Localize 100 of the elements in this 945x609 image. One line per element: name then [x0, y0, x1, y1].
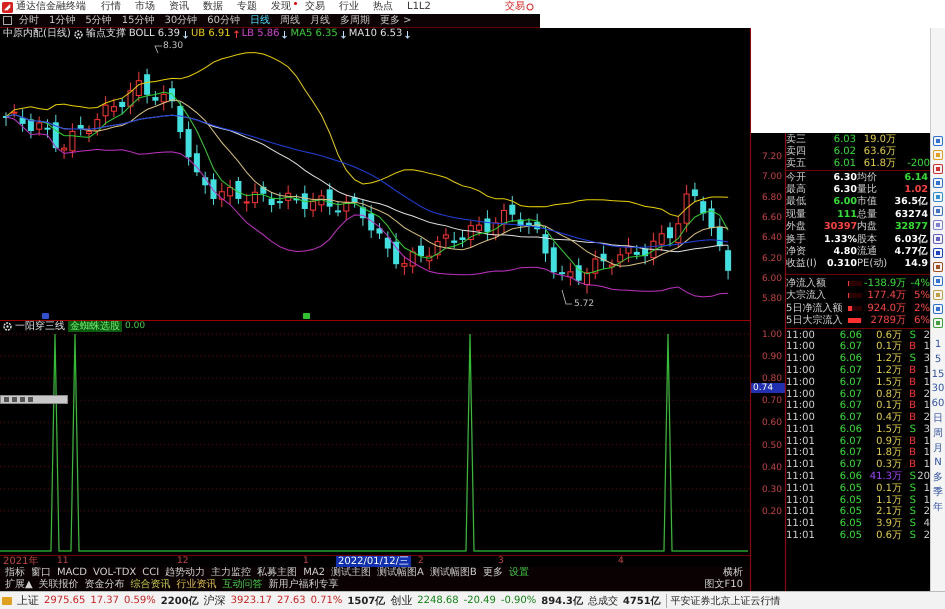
tick-count: 1 [922, 341, 930, 352]
tab-item[interactable]: MA2 [300, 567, 328, 579]
period-tab[interactable]: 周线 [274, 14, 305, 27]
stat-label: 最低 [786, 196, 807, 208]
depth-label: 卖五 [786, 158, 807, 168]
tab-item[interactable]: 主力监控 [208, 567, 254, 579]
period-button[interactable]: 30 [932, 382, 944, 398]
chart-mode: 输点支撑 [86, 28, 126, 40]
axis-label: 6.40 [762, 233, 782, 244]
index-value: 2248.68 [417, 595, 459, 606]
tab-item[interactable]: 测试主图 [328, 567, 374, 579]
period-tab[interactable]: 5分钟 [80, 14, 117, 27]
period-tab[interactable]: 30分钟 [159, 14, 202, 27]
period-tab[interactable]: 1分钟 [44, 14, 80, 27]
depth-price: 6.03 [832, 134, 856, 144]
tick-side: B [908, 447, 916, 458]
drawing-toolbar[interactable] [0, 395, 68, 404]
gear-icon [3, 322, 12, 331]
tab-item[interactable]: 趋势动力 [162, 567, 208, 579]
menu-item[interactable]: 市场 [128, 0, 162, 14]
flow-value: -138.9万 [864, 278, 906, 289]
menu-item[interactable]: 专题 [230, 0, 264, 14]
tab-item[interactable]: 关联报价 [36, 579, 82, 591]
period-tab[interactable]: 分时 [14, 14, 44, 27]
tab-item[interactable]: 扩展▲ [2, 579, 36, 591]
menu-item[interactable]: L1L2 [400, 0, 438, 14]
tab-item[interactable]: 资金分布 [82, 579, 128, 591]
tab-item[interactable]: 新用户福利专享 [266, 579, 342, 591]
period-tab[interactable]: 15分钟 [116, 14, 160, 27]
tick-count: 1 [922, 447, 930, 458]
tick-count: 3 [922, 353, 930, 364]
tick-count: 20 [916, 471, 930, 482]
tick-time: 11:00 [786, 400, 816, 412]
period-tab[interactable]: 日线 [244, 14, 275, 27]
period-button[interactable]: 季 [933, 486, 943, 501]
tab-item[interactable]: MACD [54, 567, 90, 579]
stat-label: 量比 [857, 184, 878, 196]
tab-item[interactable]: 横析 [720, 567, 746, 579]
circle-icon [526, 3, 534, 11]
period-button[interactable]: 60 [932, 397, 944, 412]
axis-label: 7.20 [762, 152, 782, 162]
menu-item[interactable]: 资讯 [162, 0, 196, 14]
period-tab[interactable]: 月线 [304, 14, 335, 27]
period-tab[interactable]: 多周期 [334, 14, 375, 27]
menu-item[interactable]: 行情 [94, 0, 128, 14]
tab-item[interactable]: 图文F10 [702, 579, 746, 591]
tab-item[interactable]: 综合资讯 [128, 579, 174, 591]
period-button[interactable]: 周 [933, 426, 943, 442]
tab-item[interactable]: 窗口 [28, 567, 54, 579]
period-button[interactable]: 5 [934, 352, 942, 368]
tick-time: 11:00 [786, 341, 816, 352]
depth-volume: 63.6万 [862, 146, 896, 156]
period-button[interactable]: 多 [933, 471, 943, 486]
tick-volume: 1.5万 [875, 424, 902, 435]
tab-item[interactable]: 设置 [506, 567, 532, 579]
index-change: 17.37 [90, 595, 119, 606]
index-name: 上证 [17, 593, 39, 608]
menu-item[interactable]: 数据 [196, 0, 230, 14]
stat-label: 均价 [857, 172, 878, 183]
menu-item[interactable]: 行业 [332, 0, 366, 14]
menu-item[interactable]: 发现 [264, 0, 298, 14]
tab-item[interactable]: 测试幅图A [374, 567, 427, 579]
tab-item[interactable]: 互动问答 [220, 579, 266, 591]
stat-value: 6.14 [904, 172, 928, 183]
period-tab[interactable]: 更多 > [374, 14, 417, 27]
axis-label: 6.20 [762, 254, 782, 264]
tick-side: S [908, 530, 916, 542]
tab-item[interactable]: 行业资讯 [174, 579, 220, 591]
tab-item[interactable]: 私募主图 [254, 567, 300, 579]
period-tab[interactable]: 60分钟 [202, 14, 245, 27]
period-button[interactable]: N [934, 456, 942, 472]
axis-label: 1.00 [762, 330, 782, 340]
tab-item[interactable]: 更多 [480, 567, 506, 579]
tab-item[interactable]: CCI [139, 567, 162, 579]
axis-label: 7.00 [762, 172, 782, 182]
tick-side: B [908, 341, 916, 352]
period-button[interactable]: 日 [933, 412, 943, 427]
stat-value: 6.00 [832, 196, 857, 208]
tick-count: 2 [922, 388, 930, 400]
period-button[interactable]: 1 [934, 338, 942, 353]
tick-price: 6.07 [838, 447, 862, 458]
period-button[interactable]: 15 [932, 368, 944, 382]
axis-label: 0.90 [762, 352, 782, 362]
stat-label: 现量 [786, 208, 807, 220]
indicator-value: MA5 6.35 [290, 28, 338, 40]
stat-value: 111 [836, 208, 857, 220]
trade-button[interactable]: 交易 [498, 0, 540, 14]
menu-item[interactable]: 交易 [298, 0, 332, 14]
period-button[interactable]: 月 [933, 442, 943, 456]
tick-price: 6.05 [838, 494, 862, 506]
cursor-value-label: 0.74 [751, 383, 785, 393]
tab-item[interactable]: 测试幅图B [426, 567, 480, 579]
menu-item[interactable]: 热点 [366, 0, 400, 14]
leader-line [562, 290, 572, 304]
tick-time: 11:01 [786, 436, 816, 447]
tab-item[interactable]: VOL-TDX [90, 567, 140, 579]
tab-item[interactable]: 指标 [2, 567, 28, 579]
tick-count: 1 [922, 364, 930, 376]
period-button[interactable]: 年 [933, 500, 943, 516]
formula-badge: 金蜘蛛选股 [68, 321, 122, 332]
